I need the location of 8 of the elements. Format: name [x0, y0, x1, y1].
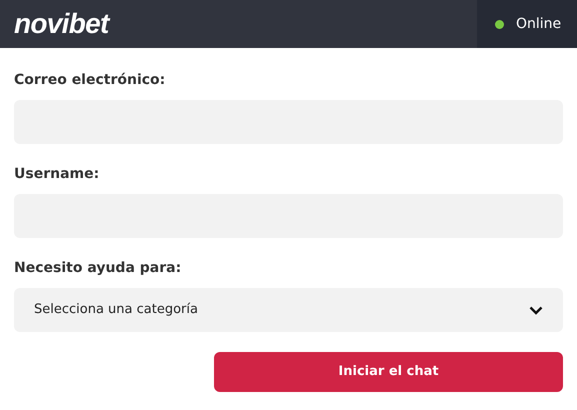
category-select[interactable]: Selecciona una categoría: [14, 288, 563, 332]
status-label: Online: [516, 14, 562, 34]
field-label: Necesito ayuda para:: [14, 259, 182, 278]
chevron-down-icon: [529, 306, 543, 314]
field-label: Username:: [14, 165, 100, 184]
logo: novibet: [14, 7, 109, 41]
start-chat-button[interactable]: Iniciar el chat: [214, 352, 563, 392]
field-label: Correo electrónico:: [14, 71, 166, 90]
